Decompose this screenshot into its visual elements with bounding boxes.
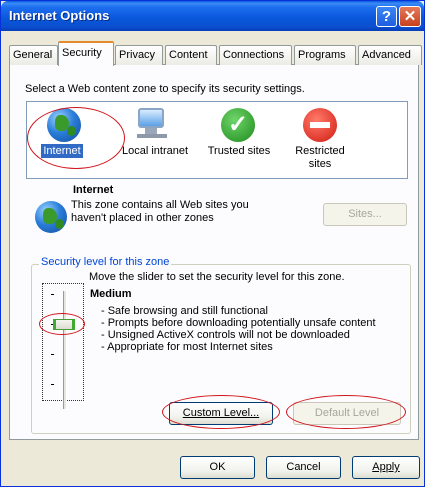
zone-label: Internet bbox=[41, 144, 83, 158]
ok-button[interactable]: OK bbox=[180, 456, 255, 479]
window-title: Internet Options bbox=[9, 8, 110, 23]
sites-button[interactable]: Sites... bbox=[323, 203, 407, 226]
custom-level-button[interactable]: Custom Level... bbox=[169, 402, 273, 425]
zone-list: Internet Local intranet ✓ Trusted sites … bbox=[26, 101, 408, 179]
selected-zone-name: Internet bbox=[73, 184, 114, 196]
title-bar[interactable]: Internet Options ? ✕ bbox=[1, 1, 424, 31]
security-level-name: Medium bbox=[90, 288, 132, 300]
close-button[interactable]: ✕ bbox=[399, 6, 421, 27]
list-item: - Prompts before downloading potentially… bbox=[101, 317, 376, 329]
monitor-icon bbox=[135, 106, 169, 140]
tab-programs[interactable]: Programs bbox=[294, 45, 356, 65]
security-group-title: Security level for this zone bbox=[39, 256, 172, 268]
slider-tick bbox=[51, 354, 54, 355]
internet-options-dialog: Internet Options ? ✕ General Security Pr… bbox=[0, 0, 425, 487]
selected-zone-description: This zone contains all Web sites you hav… bbox=[71, 199, 249, 224]
list-item: - Unsigned ActiveX controls will not be … bbox=[101, 329, 350, 341]
list-item: - Appropriate for most Internet sites bbox=[101, 341, 273, 353]
list-item: - Safe browsing and still functional bbox=[101, 305, 268, 317]
checkmark-icon: ✓ bbox=[221, 108, 255, 142]
default-level-button[interactable]: Default Level bbox=[293, 402, 401, 425]
security-instruction: Move the slider to set the security leve… bbox=[89, 271, 345, 283]
security-slider-track[interactable] bbox=[63, 291, 67, 409]
zone-label: Restricted sites bbox=[295, 145, 345, 170]
cancel-button[interactable]: Cancel bbox=[266, 456, 341, 479]
globe-icon bbox=[47, 108, 81, 142]
close-icon: ✕ bbox=[403, 8, 417, 25]
security-slider-thumb[interactable] bbox=[53, 319, 75, 330]
tab-general[interactable]: General bbox=[9, 45, 58, 65]
help-button[interactable]: ? bbox=[376, 6, 397, 27]
help-icon: ? bbox=[381, 8, 392, 25]
slider-tick bbox=[51, 384, 54, 385]
no-entry-icon bbox=[303, 108, 337, 142]
globe-icon bbox=[35, 201, 67, 233]
zone-label: Local intranet bbox=[121, 145, 189, 157]
zone-trusted-sites[interactable]: ✓ Trusted sites bbox=[203, 102, 275, 178]
tab-privacy[interactable]: Privacy bbox=[115, 45, 163, 65]
security-level-details: - Safe browsing and still functional - P… bbox=[101, 305, 376, 353]
zone-label: Trusted sites bbox=[207, 145, 271, 157]
zone-local-intranet[interactable]: Local intranet bbox=[115, 102, 189, 178]
tab-connections[interactable]: Connections bbox=[219, 45, 292, 65]
zone-restricted-sites[interactable]: Restricted sites bbox=[285, 102, 359, 178]
zone-internet[interactable]: Internet bbox=[27, 102, 97, 178]
tab-content[interactable]: Content bbox=[165, 45, 217, 65]
apply-label: Apply bbox=[372, 461, 400, 473]
tab-security[interactable]: Security bbox=[58, 41, 114, 66]
slider-tick bbox=[51, 294, 54, 295]
tab-advanced[interactable]: Advanced bbox=[358, 45, 422, 65]
apply-button[interactable]: Apply bbox=[352, 456, 420, 479]
custom-level-label: Custom Level... bbox=[182, 407, 260, 419]
zone-instruction: Select a Web content zone to specify its… bbox=[25, 83, 305, 95]
